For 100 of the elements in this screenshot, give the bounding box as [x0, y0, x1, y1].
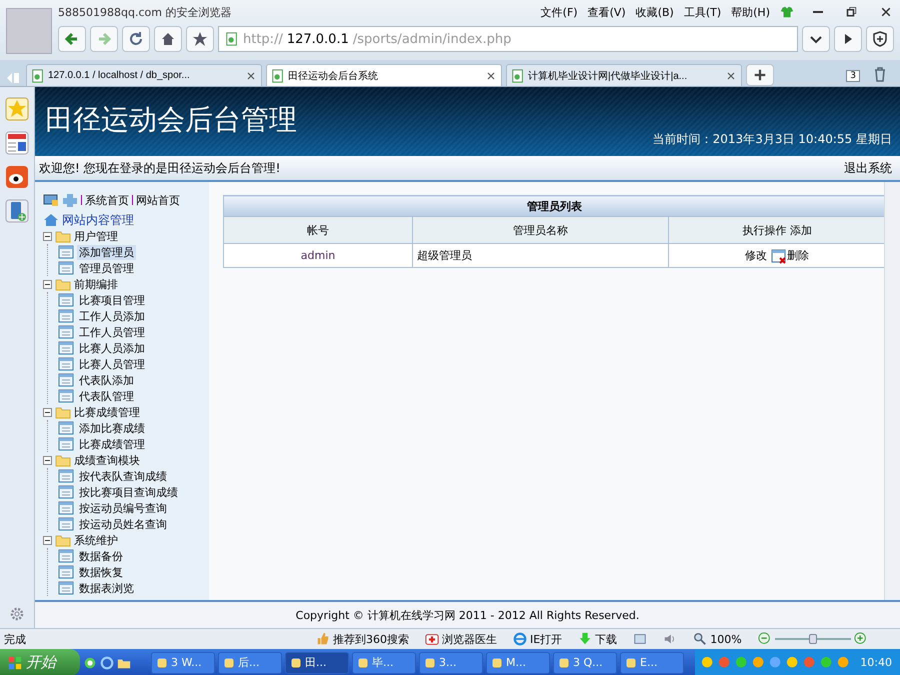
tree-item[interactable]: 比赛人员管理: [77, 356, 147, 372]
search-recommend-button[interactable]: 推荐到360搜索: [316, 632, 409, 646]
tree-item[interactable]: 按运动员姓名查询: [77, 516, 169, 532]
dropdown-button[interactable]: [802, 26, 830, 52]
trash-icon: [872, 66, 888, 82]
home-button[interactable]: [154, 26, 182, 52]
add-link[interactable]: 添加: [790, 224, 812, 236]
favorite-button[interactable]: [186, 26, 214, 52]
tree-item[interactable]: 管理员管理: [77, 260, 136, 276]
site-home-link[interactable]: 网站首页: [136, 192, 180, 208]
status-text: 完成: [4, 632, 27, 646]
tree-item[interactable]: 工作人员添加: [77, 308, 147, 324]
tree-item[interactable]: 按运动员编号查询: [77, 500, 169, 516]
taskbar-button[interactable]: M...: [486, 652, 550, 674]
tray-icon: [837, 656, 852, 670]
menu-item[interactable]: 文件(F): [540, 4, 578, 20]
close-icon: [725, 70, 737, 82]
app-icon: [625, 656, 637, 668]
forward-icon: [96, 31, 112, 47]
menu-item[interactable]: 帮助(H): [731, 4, 770, 20]
star-icon: [192, 31, 208, 47]
column-header: 管理员名称: [412, 216, 668, 244]
monitor-icon: [43, 192, 59, 208]
app-icon: [357, 656, 369, 668]
taskbar-button[interactable]: E...: [620, 652, 684, 674]
taskbar-button[interactable]: 田...: [285, 652, 349, 674]
tree-item[interactable]: 比赛项目管理: [77, 292, 147, 308]
page-icon: [58, 484, 74, 500]
tree-item[interactable]: 按代表队查询成绩: [77, 468, 169, 484]
system-home-link[interactable]: 系统首页: [85, 192, 129, 208]
address-field[interactable]: http:// 127.0.0.1 /sports/admin/index.php: [218, 26, 798, 52]
restore-icon: [846, 6, 858, 18]
browser-tab[interactable]: 127.0.0.1 / localhost / db_spor...: [26, 64, 262, 86]
news-icon: [5, 131, 29, 155]
taskbar-button[interactable]: 3...: [419, 652, 483, 674]
tree-group[interactable]: 用户管理: [74, 228, 118, 244]
site-title: 田径运动会后台管理: [45, 102, 297, 138]
tree-item[interactable]: 比赛人员添加: [77, 340, 147, 356]
taskbar-button[interactable]: 3 Q...: [553, 652, 617, 674]
tree-group[interactable]: 系统维护: [74, 532, 118, 548]
menu-item[interactable]: 工具(T): [684, 4, 722, 20]
tree-item[interactable]: 添加管理员: [77, 244, 136, 260]
doctor-button[interactable]: 浏览器医生: [425, 632, 497, 646]
tray-icon: [769, 656, 784, 670]
delete-link[interactable]: 删除: [771, 248, 809, 264]
tree-item[interactable]: 代表队管理: [77, 388, 136, 404]
tree-item[interactable]: 代表队添加: [77, 372, 136, 388]
zoom-button[interactable]: 100%: [693, 632, 742, 646]
tree-item[interactable]: 数据恢复: [77, 564, 125, 580]
taskbar-button[interactable]: 毕...: [352, 652, 416, 674]
refresh-button[interactable]: [122, 26, 150, 52]
tray-icon: [718, 656, 732, 670]
tree-item[interactable]: 按比赛项目查询成绩: [77, 484, 180, 500]
edit-link[interactable]: 修改: [745, 248, 767, 263]
tree-item[interactable]: 比赛成绩管理: [77, 436, 147, 452]
menu-item[interactable]: 查看(V): [588, 4, 626, 20]
tree-group[interactable]: 前期编排: [74, 276, 118, 292]
page-icon: [58, 308, 74, 324]
page-icon: [58, 260, 74, 276]
logout-link[interactable]: 退出系统: [844, 160, 892, 176]
table-cell: 超级管理员: [412, 244, 668, 268]
menu-item[interactable]: 收藏(B): [636, 4, 674, 20]
collapse-toggle[interactable]: [43, 536, 52, 544]
app-icon: [223, 656, 235, 668]
scrollbar[interactable]: [884, 182, 900, 600]
go-button[interactable]: [834, 26, 862, 52]
taskbar-button[interactable]: 后...: [218, 652, 282, 674]
tray-icon: [752, 656, 766, 670]
back-button[interactable]: [58, 26, 86, 52]
tree-group[interactable]: 比赛成绩管理: [74, 404, 140, 420]
page-icon: [58, 324, 74, 340]
download-icon: [578, 632, 592, 646]
slider-thumb[interactable]: [808, 634, 817, 644]
back-icon: [64, 31, 80, 47]
tree-group[interactable]: 成绩查询模块: [74, 452, 140, 468]
tray-icon: [803, 656, 818, 670]
tree-item[interactable]: 数据表浏览: [77, 580, 136, 596]
collapse-toggle[interactable]: [43, 456, 52, 464]
column-header: 帐号: [224, 216, 412, 244]
collapse-toggle[interactable]: [43, 280, 52, 288]
close-icon: [880, 6, 892, 18]
tree-item[interactable]: 添加比赛成绩: [77, 420, 147, 436]
page-icon: [58, 468, 74, 484]
ie-open-button[interactable]: IE打开: [513, 632, 562, 646]
tab-count[interactable]: 3: [846, 70, 860, 82]
puzzle-icon: [62, 192, 78, 208]
tree-root[interactable]: 网站内容管理: [62, 212, 134, 228]
shield-button[interactable]: [866, 26, 894, 52]
close-icon: [245, 70, 257, 82]
download-button[interactable]: 下载: [578, 632, 618, 646]
tree-item[interactable]: 工作人员管理: [77, 324, 147, 340]
phone-icon: [5, 199, 29, 223]
page-icon: [58, 356, 74, 372]
tree-item[interactable]: 数据备份: [77, 548, 125, 564]
taskbar-button[interactable]: 3 W...: [151, 652, 215, 674]
browser-tab[interactable]: 田径运动会后台系统: [266, 64, 502, 86]
new-tab-button[interactable]: [746, 64, 774, 86]
browser-tab[interactable]: 计算机毕业设计网|代做毕业设计|a...: [506, 64, 742, 86]
collapse-toggle[interactable]: [43, 232, 52, 240]
collapse-toggle[interactable]: [43, 408, 52, 416]
